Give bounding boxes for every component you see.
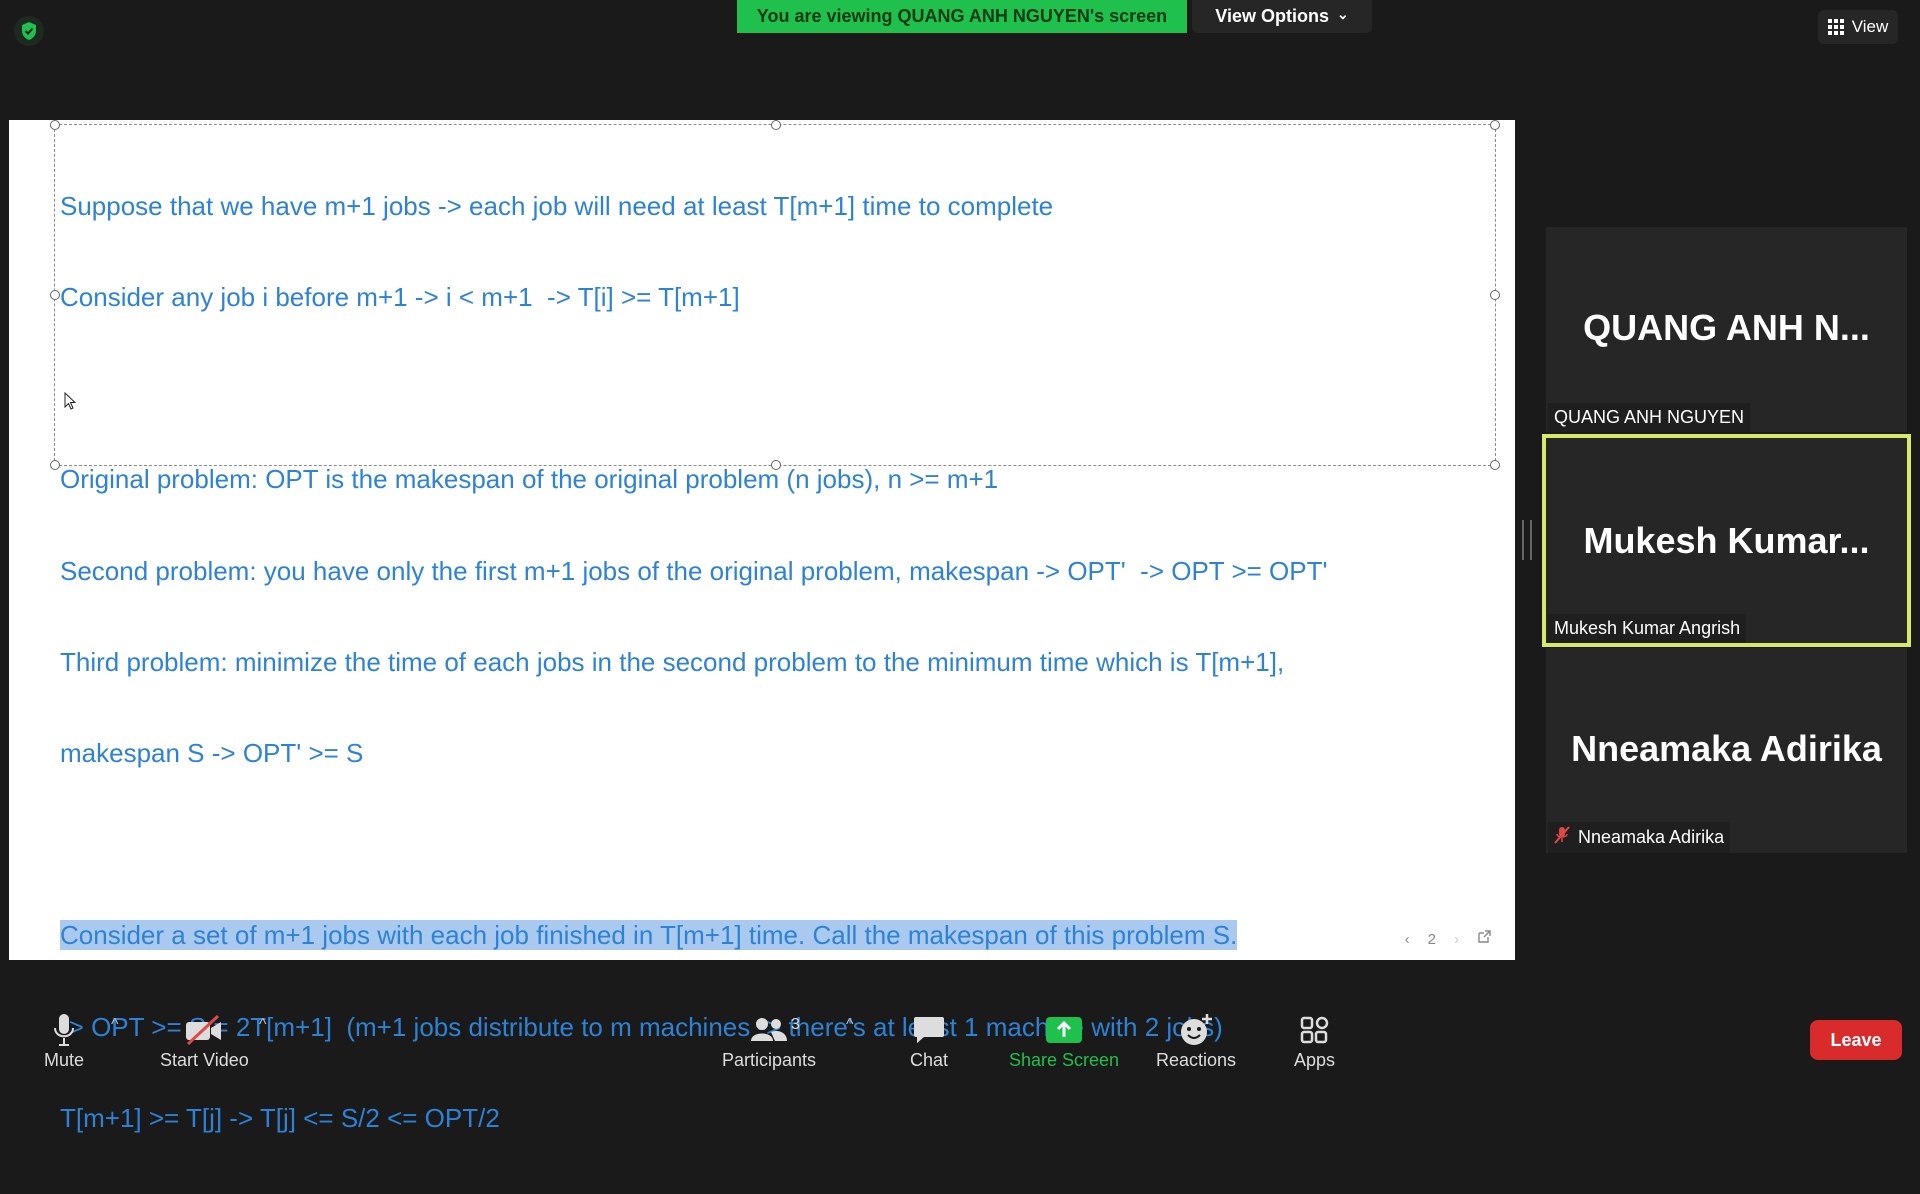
participants-button[interactable]: 3 Participants: [722, 1010, 816, 1071]
participant-name-label: Mukesh Kumar Angrish: [1548, 614, 1747, 643]
text-line: [60, 373, 1327, 403]
text-line: Suppose that we have m+1 jobs -> each jo…: [60, 190, 1054, 221]
view-layout-button[interactable]: View: [1818, 10, 1898, 44]
resize-handle-tc[interactable]: [771, 120, 781, 130]
participants-options-caret[interactable]: ^: [846, 1016, 854, 1034]
text-line: makespan S -> OPT' >= S: [60, 738, 364, 769]
participants-count: 3: [791, 1016, 800, 1033]
prev-page-icon[interactable]: ‹: [1405, 931, 1410, 948]
apps-label: Apps: [1294, 1050, 1336, 1070]
shared-screen[interactable]: Suppose that we have m+1 jobs -> each jo…: [9, 120, 1515, 1133]
video-off-icon: [186, 1015, 222, 1045]
grid-icon: [1827, 19, 1844, 35]
next-page-icon[interactable]: ›: [1454, 931, 1459, 948]
page-navigator: ‹ 2 ›: [1405, 930, 1491, 948]
participant-tile-active-speaker[interactable]: Mukesh Kumar... Mukesh Kumar Angrish: [1542, 434, 1911, 647]
view-options-label: View Options: [1215, 6, 1329, 26]
viewing-banner: You are viewing QUANG ANH NGUYEN's scree…: [737, 0, 1187, 33]
view-layout-label: View: [1851, 17, 1889, 36]
mouse-cursor-icon: [64, 391, 77, 415]
participants-icon: [751, 1018, 788, 1041]
chat-label: Chat: [910, 1050, 949, 1070]
apps-button[interactable]: Apps: [1294, 1010, 1335, 1071]
text-line: [60, 829, 1327, 859]
resize-handle-ml[interactable]: [50, 290, 60, 300]
text-line-highlighted: Consider a set of m+1 jobs with each job…: [60, 920, 1327, 951]
security-shield-icon[interactable]: [14, 16, 44, 46]
participant-display-name: Nneamaka Adirika: [1571, 728, 1882, 769]
popout-icon[interactable]: [1477, 930, 1491, 948]
resize-handle-tr[interactable]: [1490, 120, 1500, 130]
audio-options-caret[interactable]: ^: [111, 1016, 119, 1034]
participants-label: Participants: [722, 1050, 817, 1070]
share-screen-button[interactable]: Share Screen: [1009, 1010, 1119, 1071]
share-screen-label: Share Screen: [1009, 1050, 1120, 1070]
resize-handle-mr[interactable]: [1490, 290, 1500, 300]
text-line: Third problem: minimize the time of each…: [60, 646, 1285, 677]
panel-resize-grip[interactable]: [1522, 520, 1532, 560]
text-line: Consider any job i before m+1 -> i < m+1…: [60, 282, 740, 313]
view-options-button[interactable]: View Options ⌄: [1192, 0, 1372, 33]
muted-mic-icon: [1554, 826, 1570, 849]
participant-name: Nneamaka Adirika: [1578, 827, 1725, 847]
reactions-label: Reactions: [1156, 1050, 1237, 1070]
participant-name-label: Nneamaka Adirika: [1548, 822, 1731, 853]
participant-display-name: QUANG ANH N...: [1583, 307, 1870, 348]
selected-text: Consider a set of m+1 jobs with each job…: [60, 920, 1238, 951]
meeting-toolbar: Mute ^ Start Video ^ 3 Participants ^ Ch…: [0, 1000, 1920, 1080]
chat-icon: [914, 1017, 945, 1043]
text-line: T[m+1] >= T[j] -> T[j] <= S/2 <= OPT/2: [60, 1102, 500, 1133]
start-video-button[interactable]: Start Video: [160, 1010, 249, 1071]
text-line: Second problem: you have only the first …: [60, 555, 1328, 586]
text-line: Original problem: OPT is the makespan of…: [60, 464, 999, 495]
participant-name-label: QUANG ANH NGUYEN: [1548, 403, 1751, 432]
mute-label: Mute: [44, 1050, 85, 1070]
participant-tile[interactable]: QUANG ANH N... QUANG ANH NGUYEN: [1546, 227, 1907, 432]
resize-handle-bl[interactable]: [50, 460, 60, 470]
microphone-icon: [54, 1014, 75, 1046]
resize-handle-br[interactable]: [1490, 460, 1500, 470]
start-video-label: Start Video: [160, 1050, 249, 1070]
resize-handle-tl[interactable]: [50, 120, 60, 130]
mute-button[interactable]: Mute: [44, 1010, 84, 1071]
share-screen-icon: [1046, 1017, 1083, 1043]
participant-tile[interactable]: Nneamaka Adirika Nneamaka Adirika: [1546, 648, 1907, 853]
chevron-down-icon: ⌄: [1336, 6, 1349, 22]
page-number: 2: [1427, 930, 1436, 948]
leave-button[interactable]: Leave: [1810, 1020, 1902, 1060]
participant-name: Mukesh Kumar Angrish: [1554, 618, 1741, 638]
participant-name: QUANG ANH NGUYEN: [1554, 407, 1745, 427]
video-options-caret[interactable]: ^: [259, 1016, 267, 1034]
participant-display-name: Mukesh Kumar...: [1583, 520, 1870, 561]
chat-button[interactable]: Chat: [910, 1010, 948, 1071]
apps-icon: [1300, 1016, 1328, 1044]
reactions-icon: [1181, 1014, 1213, 1045]
reactions-button[interactable]: Reactions: [1156, 1010, 1236, 1071]
